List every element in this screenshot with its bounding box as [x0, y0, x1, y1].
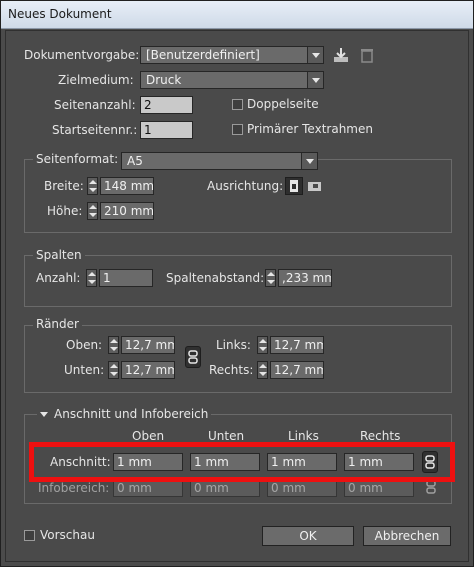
margin-top-label: Oben: — [66, 338, 103, 352]
gutter-label: Spaltenabstand: — [166, 271, 265, 285]
document-preset-dropdown[interactable]: [Benutzerdefiniert] — [140, 46, 324, 64]
page-size-label: Seitenformat: — [33, 152, 122, 166]
bleed-slug-title-row[interactable]: Anschnitt und Infobereich — [37, 407, 212, 421]
bleed-col-top: Oben — [132, 429, 165, 443]
margin-left-input[interactable]: 12,7 mm — [270, 336, 324, 354]
margins-title: Ränder — [33, 317, 82, 331]
column-number-input[interactable]: 1 — [99, 269, 153, 287]
window-title: Neues Dokument — [8, 7, 112, 21]
height-stepper[interactable] — [87, 202, 98, 220]
bleed-col-left: Links — [288, 429, 319, 443]
margin-top-stepper[interactable] — [108, 336, 119, 354]
margin-top-input[interactable]: 12,7 mm — [121, 336, 175, 354]
margin-right-stepper[interactable] — [257, 361, 268, 379]
orientation-label: Ausrichtung: — [207, 179, 284, 193]
primary-text-frame-label: Primärer Textrahmen — [247, 122, 373, 136]
page-size-group — [24, 159, 452, 233]
document-preset-value: [Benutzerdefiniert] — [146, 48, 260, 62]
margin-right-input[interactable]: 12,7 mm — [270, 361, 324, 379]
ok-button[interactable]: OK — [262, 526, 354, 546]
slug-label: Infobereich: — [38, 481, 110, 495]
landscape-orientation-icon[interactable] — [306, 177, 324, 195]
margin-left-label: Links: — [216, 338, 251, 352]
highlight-annotation — [29, 442, 455, 482]
document-preset-label: Dokumentvorgabe: — [24, 48, 140, 62]
intent-dropdown[interactable]: Druck — [140, 71, 324, 89]
page-count-label: Seitenanzahl: — [54, 98, 136, 112]
width-input[interactable]: 148 mm — [100, 177, 154, 195]
cancel-button[interactable]: Abbrechen — [363, 526, 451, 546]
title-bar: Neues Dokument — [1, 1, 473, 29]
save-preset-icon[interactable] — [332, 46, 350, 64]
bleed-col-bottom: Unten — [208, 429, 245, 443]
columns-title: Spalten — [33, 248, 85, 262]
intent-value: Druck — [146, 73, 182, 87]
bleed-slug-title: Anschnitt und Infobereich — [54, 407, 209, 421]
column-number-label: Anzahl: — [36, 271, 81, 285]
trash-icon[interactable] — [358, 46, 376, 64]
disclosure-triangle-icon — [40, 412, 48, 417]
chevron-down-icon — [307, 47, 323, 63]
page-size-dropdown[interactable]: A5 — [121, 152, 318, 170]
height-label: Höhe: — [47, 204, 83, 218]
bleed-col-right: Rechts — [360, 429, 401, 443]
margin-left-stepper[interactable] — [257, 336, 268, 354]
page-size-value: A5 — [127, 154, 143, 168]
height-input[interactable]: 210 mm — [100, 202, 154, 220]
width-label: Breite: — [44, 179, 84, 193]
column-number-stepper[interactable] — [86, 269, 97, 287]
gutter-input[interactable]: ,233 mm — [278, 269, 332, 287]
facing-pages-checkbox[interactable] — [232, 99, 243, 110]
preview-label: Vorschau — [40, 528, 95, 542]
width-stepper[interactable] — [87, 177, 98, 195]
margin-bottom-stepper[interactable] — [108, 361, 119, 379]
start-page-input[interactable]: 1 — [140, 121, 193, 139]
facing-pages-label: Doppelseite — [247, 97, 319, 111]
margins-group — [24, 325, 452, 393]
portrait-orientation-icon[interactable] — [285, 177, 303, 195]
new-document-dialog: Neues Dokument Dokumentvorgabe: [Benutze… — [0, 0, 474, 567]
margin-bottom-input[interactable]: 12,7 mm — [121, 361, 175, 379]
page-count-input[interactable]: 2 — [140, 96, 193, 114]
chevron-down-icon — [307, 72, 323, 88]
margin-bottom-label: Unten: — [64, 363, 105, 377]
primary-text-frame-checkbox[interactable] — [232, 124, 243, 135]
chevron-down-icon — [301, 153, 317, 169]
margin-right-label: Rechts: — [209, 363, 254, 377]
link-margins-icon[interactable] — [185, 346, 201, 368]
dialog-body: Dokumentvorgabe: [Benutzerdefiniert] Zie… — [5, 30, 469, 562]
preview-checkbox[interactable] — [24, 530, 35, 541]
gutter-stepper[interactable] — [265, 269, 276, 287]
intent-label: Zielmedium: — [58, 73, 134, 87]
start-page-label: Startseitennr.: — [52, 123, 138, 137]
